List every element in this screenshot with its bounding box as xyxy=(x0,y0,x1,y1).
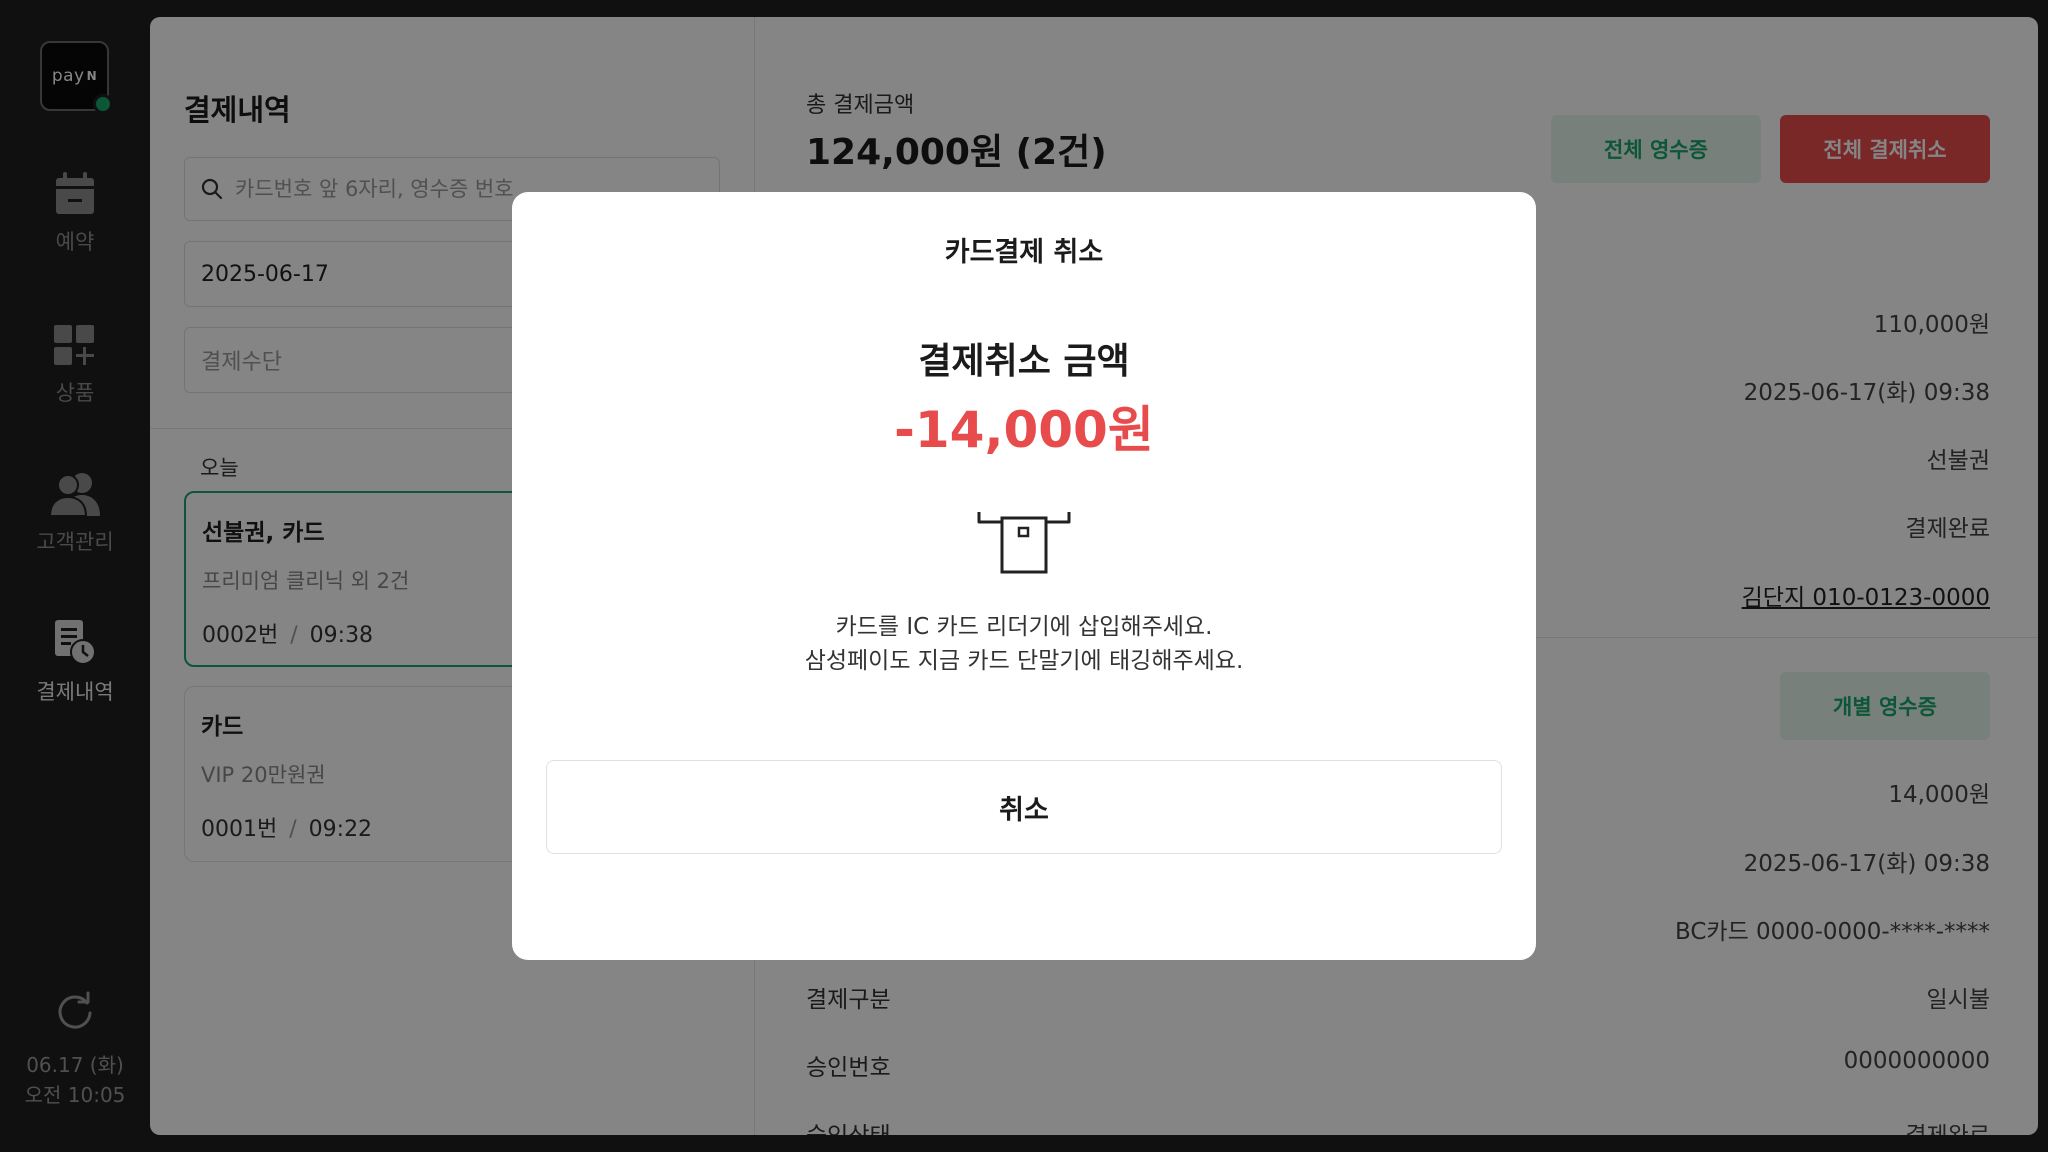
dialog-cancel-button[interactable]: 취소 xyxy=(546,760,1502,854)
message-line: 카드를 IC 카드 리더기에 삽입해주세요. xyxy=(835,614,1213,640)
cancel-amount: -14,000원 xyxy=(894,401,1154,459)
dialog-subtitle: 결제취소 금액 xyxy=(918,341,1130,382)
message-line: 삼성페이도 지금 카드 단말기에 태깅해주세요. xyxy=(804,648,1244,674)
dialog-title: 카드결제 취소 xyxy=(944,237,1104,268)
dialog-message: 카드를 IC 카드 리더기에 삽입해주세요. 삼성페이도 지금 카드 단말기에 … xyxy=(512,610,1536,678)
card-cancel-dialog: 카드결제 취소 결제취소 금액 -14,000원 카드를 IC 카드 리더기에 … xyxy=(512,192,1536,960)
card-reader-icon xyxy=(977,512,1071,574)
